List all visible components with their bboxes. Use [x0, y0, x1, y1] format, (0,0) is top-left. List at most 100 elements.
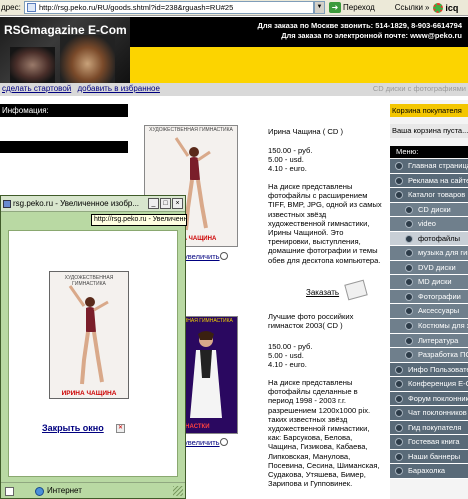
menu-item-md[interactable]: MD диски	[390, 275, 468, 290]
menu-item-label: Литература	[418, 335, 459, 345]
menu-bullet-icon	[395, 409, 403, 418]
phone-line: Для заказа по Москве звонить: 514-1829, …	[257, 21, 462, 30]
menu-item-chat[interactable]: Чат поклонников	[390, 406, 468, 421]
menu-item-conference[interactable]: Конференция E-Com	[390, 377, 468, 392]
price-usd: 5.00 - usd.	[268, 351, 304, 360]
menu-item-flea-market[interactable]: Барахолка	[390, 464, 468, 480]
menu-item-home[interactable]: Главная страница	[390, 159, 468, 174]
menu-bullet-icon	[395, 365, 403, 374]
menu-item-label: Барахолка	[408, 466, 446, 476]
menu-item-forum[interactable]: Форум поклонников	[390, 391, 468, 407]
product-description: На диске представлены фотофайлы с расшир…	[268, 182, 382, 265]
maximize-button[interactable]: □	[160, 198, 171, 209]
site-title: RSGmagazine E-Com	[4, 23, 127, 37]
enlarged-image-name: ИРИНА ЧАЩИНА	[61, 390, 117, 397]
menu-bullet-icon	[395, 394, 403, 403]
page-done-icon	[5, 487, 14, 496]
menu-item-software[interactable]: Разработка ПО	[390, 348, 468, 363]
top-links: сделать стартовой добавить в избранное	[0, 84, 468, 96]
menu-item-ads[interactable]: Реклама на сайте	[390, 173, 468, 189]
menu-item-banners[interactable]: Наши баннеры	[390, 449, 468, 465]
links-chevron-icon[interactable]: »	[425, 3, 429, 12]
close-button[interactable]: ×	[172, 198, 183, 209]
product-title: Ирина Чащина ( CD )	[268, 127, 343, 136]
menu-bullet-icon	[405, 322, 413, 331]
product-image-caption: ХУДОЖЕСТВЕННАЯ ГИМНАСТИКА	[149, 127, 233, 133]
menu-item-user-info[interactable]: Инфо Пользователя	[390, 362, 468, 378]
popup-titlebar[interactable]: rsg.peko.ru - Увеличенное изобр... _ □ ×	[1, 196, 185, 212]
page-icon	[27, 3, 36, 12]
minimize-button[interactable]: _	[148, 198, 159, 209]
address-label: дрес:	[1, 3, 21, 12]
popup-statusbar: Интернет	[1, 482, 185, 498]
info-heading: Инфомация:	[0, 104, 128, 117]
menu-bullet-icon	[395, 162, 403, 170]
make-home-link[interactable]: сделать стартовой	[2, 84, 71, 93]
menu-bullet-icon	[405, 205, 413, 214]
enlarge-link[interactable]: увеличить	[184, 438, 220, 447]
menu-item-dvd[interactable]: DVD диски	[390, 260, 468, 276]
menu-bullet-icon	[405, 336, 413, 345]
menu-item-label: Гид покупателя	[408, 422, 462, 432]
menu-item-label: музыка для гимнастики	[418, 248, 468, 258]
gymnast-illustration	[190, 331, 222, 418]
image-popup-window[interactable]: rsg.peko.ru - Увеличенное изобр... _ □ ×…	[0, 195, 187, 499]
menu-item-accessories[interactable]: Аксессуары	[390, 304, 468, 320]
email-line: Для заказа по электронной почте: www@pek…	[281, 31, 462, 40]
window-icon	[3, 200, 11, 208]
url-field[interactable]: http://rsg.peko.ru/RU/goods.shtml?id=238…	[24, 1, 314, 14]
go-button[interactable]: ➜ Переход	[329, 2, 375, 13]
product-title: Лучшие фото российких гимнасток 2003( CD…	[268, 312, 354, 331]
side-menu: Главная страница Реклама на сайте Катало…	[390, 159, 468, 480]
url-dropdown-button[interactable]: ▼	[314, 1, 325, 14]
menu-item-label: video	[418, 219, 436, 229]
menu-item-label: Главная страница	[408, 161, 468, 170]
price-eur: 4.10 - euro.	[268, 360, 307, 369]
menu-bullet-icon	[405, 278, 413, 287]
window-controls: _ □ ×	[147, 198, 183, 209]
header-photo-small	[10, 47, 55, 83]
resize-grip[interactable]	[173, 486, 183, 496]
magnifier-icon[interactable]	[220, 438, 228, 446]
menu-bullet-icon	[395, 176, 403, 185]
menu-bullet-icon	[395, 452, 403, 461]
product-description: На диске представлены фотофайлы сделанны…	[268, 378, 380, 489]
enlarged-image: ХУДОЖЕСТВЕННАЯ ГИМНАСТИКА ИРИНА ЧАЩИНА	[49, 271, 129, 399]
close-x-icon[interactable]: ✕	[116, 424, 125, 433]
menu-item-costumes[interactable]: Костюмы для художественной гимнастики	[390, 319, 468, 334]
header-yellow-strip	[130, 47, 468, 83]
menu-item-music[interactable]: музыка для гимнастики	[390, 246, 468, 261]
price-rub: 150.00 - руб.	[268, 342, 313, 351]
menu-item-catalog[interactable]: Каталог товаров	[390, 188, 468, 203]
menu-item-photofiles[interactable]: фотофайлы	[390, 231, 468, 247]
menu-item-literature[interactable]: Литература	[390, 333, 468, 349]
menu-bullet-icon	[405, 263, 413, 272]
internet-globe-icon	[35, 487, 44, 496]
menu-item-photos[interactable]: Фотографии	[390, 289, 468, 305]
order-link[interactable]: Заказать	[306, 288, 339, 297]
add-favorites-link[interactable]: добавить в избранное	[77, 84, 159, 93]
close-window-link[interactable]: Закрыть окно	[42, 423, 104, 433]
icq-button[interactable]: icq	[433, 2, 458, 13]
menu-item-guestbook[interactable]: Гостевая книга	[390, 435, 468, 450]
menu-item-label: Наши баннеры	[408, 451, 461, 461]
menu-item-video[interactable]: video	[390, 217, 468, 232]
menu-item-label: Костюмы для художественной гимнастики	[418, 321, 468, 331]
menu-bullet-icon	[395, 423, 403, 432]
links-toolbar-button[interactable]: Ссылки	[395, 3, 423, 12]
go-label: Переход	[343, 3, 375, 12]
info-divider	[0, 141, 128, 153]
menu-item-cd[interactable]: CD диски	[390, 202, 468, 218]
enlarge-link[interactable]: увеличить	[184, 252, 220, 261]
menu-bullet-icon	[405, 249, 413, 258]
info-body	[0, 117, 128, 141]
menu-item-guide[interactable]: Гид покупателя	[390, 420, 468, 436]
menu-item-label: Чат поклонников	[408, 408, 467, 418]
menu-item-label: Аксессуары	[418, 306, 460, 316]
go-arrow-icon: ➜	[329, 2, 341, 13]
menu-bullet-icon	[405, 307, 413, 316]
magnifier-icon[interactable]	[220, 252, 228, 260]
menu-item-label: MD диски	[418, 277, 452, 287]
menu-item-label: Конференция E-Com	[408, 379, 468, 389]
site-header: RSGmagazine E-Com Для заказа по Москве з…	[0, 17, 468, 96]
